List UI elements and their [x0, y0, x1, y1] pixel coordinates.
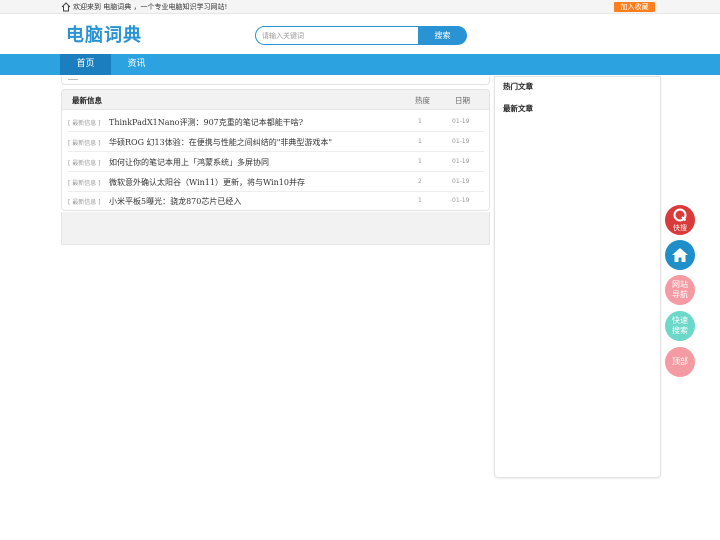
- site-nav-fab[interactable]: 网站 导航: [665, 275, 695, 305]
- list-item-hot: 1: [418, 158, 422, 165]
- fab-label: 搜索: [672, 326, 688, 335]
- sidebar: 热门文章 最新文章: [494, 76, 661, 478]
- list-item-title[interactable]: 微软意外确认太阳谷（Win11）更新，将与Win10并存: [109, 177, 305, 188]
- list-item-title[interactable]: ThinkPadX1Nano评测：907克重的笔记本都能干啥?: [109, 117, 303, 128]
- list-item: [ 最新信息 ] ThinkPadX1Nano评测：907克重的笔记本都能干啥?…: [68, 112, 484, 132]
- list-item-title[interactable]: 华硕ROG 幻13体验：在便携与性能之间纠结的"非典型游戏本": [109, 137, 332, 148]
- content-footer-panel: [61, 212, 490, 245]
- list-item-hot: 2: [418, 178, 422, 185]
- nav-item-news[interactable]: 资讯: [111, 54, 162, 75]
- hot-articles-heading: 热门文章: [503, 82, 533, 91]
- top-bar: 欢迎来到 电脑词典 ，一个专业电脑知识学习网站! 加入收藏: [0, 0, 720, 14]
- back-to-top-fab[interactable]: 顶部: [665, 347, 695, 377]
- list-item-date: 01-19: [452, 118, 470, 125]
- list-header: 最新信息 热度 日期: [62, 90, 489, 110]
- list-item-date: 01-19: [452, 178, 470, 185]
- divider: [68, 79, 78, 80]
- fab-label: 快搜: [673, 224, 687, 232]
- latest-list: 最新信息 热度 日期 [ 最新信息 ] ThinkPadX1Nano评测：907…: [61, 89, 490, 211]
- notice-strip: [61, 76, 490, 85]
- list-item-category[interactable]: [ 最新信息 ]: [68, 158, 101, 167]
- fab-label: 导航: [672, 290, 688, 299]
- list-item-date: 01-19: [452, 138, 470, 145]
- latest-articles-heading: 最新文章: [503, 104, 533, 113]
- search-bar: 搜索: [255, 26, 467, 45]
- column-hot: 热度: [415, 96, 430, 105]
- list-item-date: 01-19: [452, 197, 470, 204]
- column-date: 日期: [455, 96, 470, 105]
- list-item-category[interactable]: [ 最新信息 ]: [68, 197, 101, 206]
- list-item-hot: 1: [418, 138, 422, 145]
- list-item-title[interactable]: 如何让你的笔记本用上「鸿蒙系统」多屏协同: [109, 157, 269, 168]
- list-item-category[interactable]: [ 最新信息 ]: [68, 178, 101, 187]
- home-icon: [61, 2, 71, 12]
- list-title: 最新信息: [72, 96, 102, 105]
- search-button[interactable]: 搜索: [418, 26, 467, 45]
- search-icon: [673, 208, 687, 222]
- quick-search-text-fab[interactable]: 快速 搜索: [665, 311, 695, 341]
- list-item-hot: 1: [418, 197, 422, 204]
- list-item-title[interactable]: 小米平板5曝光：骁龙870芯片已经入: [109, 196, 241, 207]
- home-icon: [672, 248, 688, 262]
- site-logo[interactable]: 电脑词典: [66, 21, 142, 47]
- home-fab[interactable]: [665, 240, 695, 270]
- list-item: [ 最新信息 ] 微软意外确认太阳谷（Win11）更新，将与Win10并存 2 …: [68, 172, 484, 192]
- add-favorite-button[interactable]: 加入收藏: [614, 2, 655, 12]
- welcome-text: 欢迎来到 电脑词典 ，一个专业电脑知识学习网站!: [73, 3, 228, 11]
- fab-label: 网站: [672, 280, 688, 289]
- list-item-hot: 1: [418, 118, 422, 125]
- list-item: [ 最新信息 ] 华硕ROG 幻13体验：在便携与性能之间纠结的"非典型游戏本"…: [68, 132, 484, 152]
- search-input[interactable]: [255, 26, 419, 45]
- quick-search-fab[interactable]: 快搜: [665, 205, 695, 235]
- list-item-category[interactable]: [ 最新信息 ]: [68, 138, 101, 147]
- list-item: [ 最新信息 ] 小米平板5曝光：骁龙870芯片已经入 1 01-19: [68, 191, 484, 210]
- main-nav: 首页 资讯: [0, 54, 720, 75]
- nav-item-home[interactable]: 首页: [60, 54, 111, 75]
- fab-label: 快速: [672, 316, 688, 325]
- list-item-date: 01-19: [452, 158, 470, 165]
- list-item: [ 最新信息 ] 如何让你的笔记本用上「鸿蒙系统」多屏协同 1 01-19: [68, 152, 484, 172]
- list-item-category[interactable]: [ 最新信息 ]: [68, 118, 101, 127]
